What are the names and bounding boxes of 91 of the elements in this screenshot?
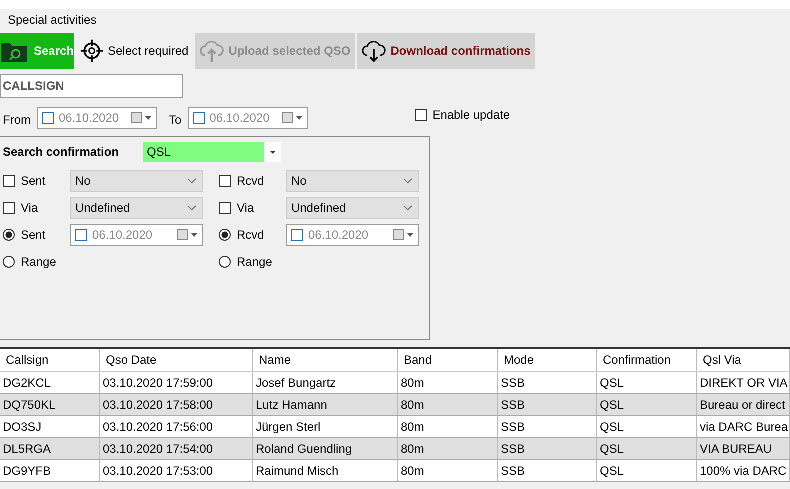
date-picker[interactable]: 06.10.2020 — [286, 224, 419, 246]
checkbox[interactable] — [219, 174, 231, 186]
radio-label: Sent — [21, 228, 47, 242]
column-header[interactable]: Qso Date — [100, 349, 253, 371]
table-cell: 80m — [398, 438, 498, 459]
chevron-down-icon — [187, 204, 197, 210]
group-title: Search confirmation — [2, 145, 120, 159]
dropdown[interactable]: Undefined — [70, 196, 203, 218]
confirmation-dropdown[interactable]: QSL — [143, 142, 281, 162]
table-cell: 80m — [398, 394, 498, 415]
chevron-down-icon — [403, 204, 413, 210]
table-cell: Bureau or direct — [697, 394, 790, 415]
callsign-field[interactable]: CALLSIGN — [0, 74, 183, 98]
radio-label: Range — [21, 254, 58, 268]
column-header[interactable]: Mode — [498, 349, 597, 371]
table-cell: DG9YFB — [0, 460, 100, 481]
table-cell: DG2KCL — [0, 372, 100, 393]
table-cell: QSL — [597, 416, 697, 437]
from-label: From — [2, 113, 32, 127]
table-cell: QSL — [597, 438, 697, 459]
radio-button[interactable] — [3, 256, 15, 268]
checkbox[interactable] — [291, 228, 304, 240]
table-cell: 80m — [398, 372, 498, 393]
table-cell: 03.10.2020 17:54:00 — [100, 438, 253, 459]
checkbox-label: Via — [237, 200, 256, 214]
checkbox[interactable] — [75, 228, 88, 240]
calendar-dropdown-icon — [177, 228, 199, 240]
checkbox-label: Sent — [21, 174, 47, 188]
table-cell: DIREKT OR VIA — [697, 372, 790, 393]
checkbox-label: Rcvd — [237, 174, 266, 188]
table-cell: 100% via DARC — [697, 460, 790, 481]
radio-label: Rcvd — [237, 228, 266, 242]
checkbox-label: Via — [21, 200, 40, 214]
checkbox[interactable] — [219, 202, 231, 214]
table-cell: Raimund Misch — [253, 460, 398, 481]
toolbar-button[interactable]: Download confirmations — [356, 33, 535, 69]
table-cell: Roland Guendling — [253, 438, 398, 459]
chevron-down-icon — [403, 178, 413, 184]
table-cell: via DARC Burea — [697, 416, 790, 437]
checkbox[interactable] — [3, 174, 15, 186]
calendar-dropdown-icon — [393, 228, 415, 240]
table-cell: DQ750KL — [0, 394, 100, 415]
table-cell: 80m — [398, 460, 498, 481]
radio-label: Range — [237, 254, 274, 268]
radio-button[interactable] — [219, 228, 231, 240]
checkbox[interactable] — [192, 112, 205, 124]
column-header[interactable]: Confirmation — [597, 349, 697, 371]
crosshair-icon — [80, 39, 104, 63]
table-cell: QSL — [597, 372, 697, 393]
table-cell: 03.10.2020 17:59:00 — [100, 372, 253, 393]
column-header[interactable]: Name — [253, 349, 398, 371]
table-cell: Jürgen Sterl — [253, 416, 398, 437]
calendar-dropdown-icon — [131, 112, 153, 124]
dropdown[interactable]: No — [70, 170, 203, 192]
to-label: To — [168, 113, 183, 127]
date-picker[interactable]: 06.10.2020 — [188, 107, 308, 129]
dropdown-arrow-icon — [269, 150, 277, 154]
table-cell: VIA BUREAU — [697, 438, 790, 459]
table-cell: Josef Bungartz — [253, 372, 398, 393]
table-cell: SSB — [498, 394, 597, 415]
column-header[interactable]: Qsl Via — [697, 349, 790, 371]
column-header[interactable]: Band — [398, 349, 498, 371]
cloud-download-icon — [360, 39, 387, 63]
table-cell: 03.10.2020 17:58:00 — [100, 394, 253, 415]
dropdown[interactable]: No — [286, 170, 419, 192]
table-cell: 03.10.2020 17:56:00 — [100, 416, 253, 437]
checkbox[interactable] — [414, 109, 427, 121]
table-cell: DO3SJ — [0, 416, 100, 437]
table-cell: SSB — [498, 416, 597, 437]
calendar-dropdown-icon — [282, 112, 304, 124]
radio-button[interactable] — [219, 256, 231, 268]
checkbox[interactable] — [42, 112, 54, 124]
chevron-down-icon — [187, 178, 197, 184]
date-picker[interactable]: 06.10.2020 — [70, 224, 203, 246]
table-cell: QSL — [597, 394, 697, 415]
enable-update-label: Enable update — [432, 108, 510, 122]
menu-item[interactable]: Special activities — [8, 13, 97, 27]
dropdown[interactable]: Undefined — [286, 196, 419, 218]
table-cell: QSL — [597, 460, 697, 481]
table-cell: SSB — [498, 438, 597, 459]
table-cell: Lutz Hamann — [253, 394, 398, 415]
table-cell: SSB — [498, 372, 597, 393]
table-cell: 80m — [398, 416, 498, 437]
cloud-upload-icon — [198, 39, 225, 63]
date-picker[interactable]: 06.10.2020 — [37, 107, 157, 129]
column-header[interactable]: Callsign — [0, 349, 100, 371]
table-cell: 03.10.2020 17:53:00 — [100, 460, 253, 481]
table-cell: SSB — [498, 460, 597, 481]
checkbox[interactable] — [3, 202, 15, 214]
table-cell: DL5RGA — [0, 438, 100, 459]
radio-button[interactable] — [3, 228, 15, 240]
